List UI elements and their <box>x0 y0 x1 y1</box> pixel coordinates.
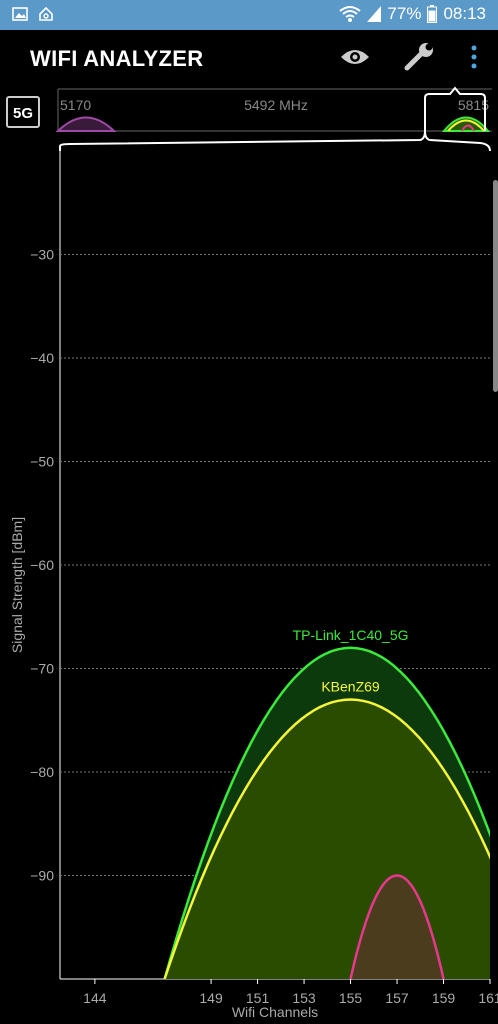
x-tick-label: 159 <box>432 990 456 1006</box>
plot-area: TP-Link_1C40_5G KBenZ69 −30 −40 −50 −60 −70 −8… <box>9 151 498 1020</box>
scrollbar-thumb[interactable] <box>493 180 498 392</box>
overview-center-label: 5492 MHz <box>244 97 308 113</box>
overview-purple-peak <box>55 116 117 132</box>
x-tick-label: 144 <box>83 990 107 1006</box>
y-tick-label: −30 <box>30 247 54 263</box>
y-tick-label: −60 <box>30 557 54 573</box>
x-tick-labels: 144 149 151 153 155 157 159 161 <box>83 979 498 1006</box>
series-group: TP-Link_1C40_5G KBenZ69 <box>163 627 490 979</box>
series-label: KBenZ69 <box>321 679 380 695</box>
y-tick-label: −90 <box>30 868 54 884</box>
y-tick-label: −40 <box>30 350 54 366</box>
y-tick-label: −50 <box>30 454 54 470</box>
x-axis-label: Wifi Channels <box>232 1004 318 1020</box>
y-tick-label: −80 <box>30 764 54 780</box>
y-tick-labels: −30 −40 −50 −60 −70 −80 −90 <box>30 247 54 884</box>
x-tick-label: 149 <box>199 990 223 1006</box>
x-tick-label: 161 <box>478 990 498 1006</box>
y-axis-label: Signal Strength [dBm] <box>9 517 25 653</box>
series-label: TP-Link_1C40_5G <box>293 627 409 643</box>
x-tick-label: 155 <box>339 990 363 1006</box>
series-curves <box>163 646 490 979</box>
overview-zoom-bracket <box>59 130 491 152</box>
chart-canvas: 5170 5492 MHz 5815 TP-Link_1C40_5G KBenZ6… <box>9 86 498 1020</box>
overview-left-label: 5170 <box>60 97 91 113</box>
x-tick-label: 157 <box>385 990 409 1006</box>
y-tick-label: −70 <box>30 661 54 677</box>
overview-strip[interactable]: 5170 5492 MHz 5815 <box>55 86 492 152</box>
